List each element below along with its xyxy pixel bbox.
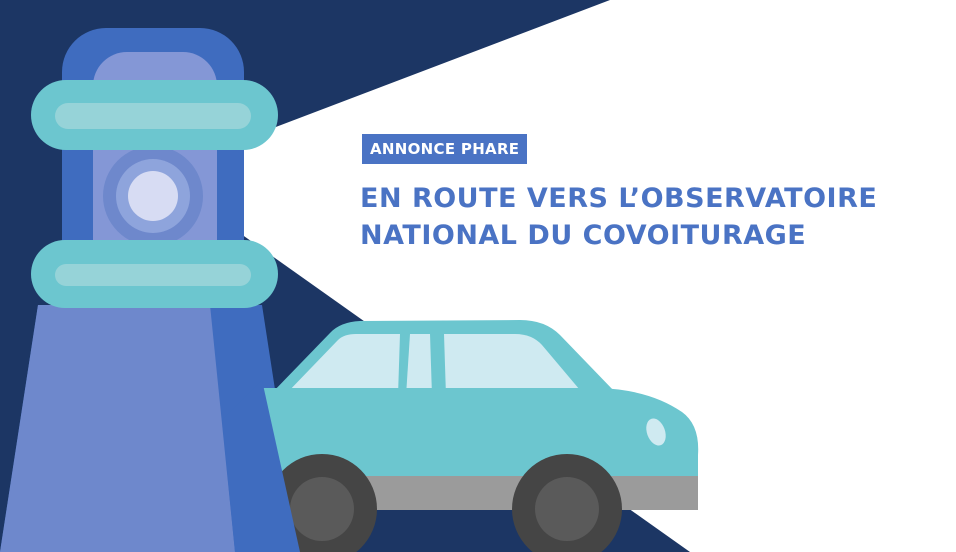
car-rear-hubcap xyxy=(290,477,354,541)
lighthouse-tower xyxy=(0,305,235,552)
car-front-hubcap xyxy=(535,477,599,541)
lamp-light xyxy=(128,171,178,221)
banner: ANNONCE PHARE EN ROUTE VERS L’OBSERVATOI… xyxy=(0,0,956,552)
top-gallery-ring-highlight xyxy=(55,103,251,129)
bottom-gallery-ring-highlight xyxy=(55,264,251,286)
car-middle-window xyxy=(406,334,432,396)
headline-line-1: EN ROUTE VERS L’OBSERVATOIRE xyxy=(360,183,878,214)
headline: EN ROUTE VERS L’OBSERVATOIRE NATIONAL DU… xyxy=(360,180,920,254)
announcement-badge: ANNONCE PHARE xyxy=(362,134,528,164)
headline-line-2: NATIONAL DU COVOITURAGE xyxy=(360,220,807,251)
banner-illustration xyxy=(0,0,956,552)
